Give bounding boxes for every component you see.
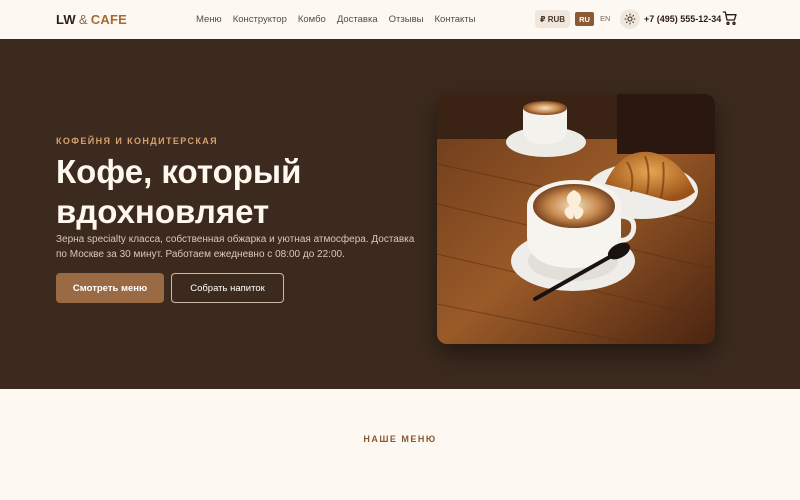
nav-item-menu[interactable]: Меню — [196, 14, 222, 25]
cart-icon — [722, 11, 737, 25]
view-menu-button[interactable]: Смотреть меню — [56, 273, 164, 303]
hero-section: КОФЕЙНЯ И КОНДИТЕРСКАЯ Кофе, который вдо… — [0, 39, 800, 389]
hero-coffee-image — [437, 94, 715, 344]
phone-link[interactable]: +7 (495) 555-12-34 — [644, 14, 721, 24]
hero-description: Зерна specialty класса, собственная обжа… — [56, 234, 415, 260]
nav-item-reviews[interactable]: Отзывы — [389, 14, 424, 25]
logo[interactable]: LW & CAFE — [56, 12, 127, 27]
logo-amp: & — [78, 12, 88, 27]
build-drink-button[interactable]: Собрать напиток — [171, 273, 284, 303]
menu-section-label: НАШЕ МЕНЮ — [363, 434, 437, 444]
site-header: LW & CAFE Меню Конструктор Комбо Доставка … — [0, 0, 800, 39]
lang-en-button[interactable]: EN — [600, 14, 610, 23]
nav-item-delivery[interactable]: Доставка — [337, 14, 378, 25]
hero-eyebrow: КОФЕЙНЯ И КОНДИТЕРСКАЯ — [56, 136, 218, 146]
logo-cafe: CAFE — [90, 12, 127, 27]
coffee-illustration — [437, 94, 715, 344]
nav-item-combo[interactable]: Комбо — [298, 14, 326, 25]
sun-icon — [624, 13, 636, 25]
nav-item-contacts[interactable]: Контакты — [434, 14, 475, 25]
theme-toggle-button[interactable] — [620, 9, 640, 29]
logo-lw: LW — [56, 12, 76, 27]
nav-item-constructor[interactable]: Конструктор — [233, 14, 287, 25]
main-nav: Меню Конструктор Комбо Доставка Отзывы К… — [196, 14, 476, 25]
cart-button[interactable] — [722, 10, 738, 26]
hero-title: Кофе, который вдохновляет — [56, 153, 302, 230]
currency-selector[interactable]: ₽ RUB — [535, 10, 570, 28]
lang-ru-button[interactable]: RU — [575, 12, 594, 26]
